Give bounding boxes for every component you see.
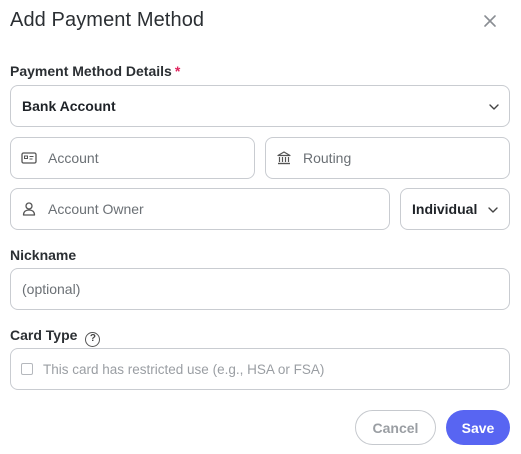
account-field[interactable]: Account [10,137,255,179]
add-payment-method-dialog: Add Payment Method Payment Method Detail… [0,0,521,454]
dialog-title: Add Payment Method [10,9,205,31]
nickname-label: Nickname [10,247,77,263]
account-owner-placeholder: Account Owner [48,201,144,217]
payment-method-select[interactable]: Bank Account [10,85,510,127]
restricted-use-text: This card has restricted use (e.g., HSA … [43,361,325,377]
restricted-use-option[interactable]: This card has restricted use (e.g., HSA … [10,348,510,390]
card-icon [21,152,37,164]
routing-placeholder: Routing [303,150,352,166]
card-type-label-text: Card Type [10,327,78,343]
card-type-label: Card Type? [10,327,101,347]
required-marker: * [174,63,181,79]
owner-type-value: Individual [412,201,478,217]
routing-field[interactable]: Routing [265,137,510,179]
close-icon[interactable] [481,12,499,30]
nickname-input[interactable]: (optional) [10,268,510,310]
payment-method-label-text: Payment Method Details [10,63,172,79]
bank-icon [277,151,291,165]
restricted-use-checkbox[interactable] [21,363,33,375]
cancel-button[interactable]: Cancel [355,410,436,445]
payment-method-value: Bank Account [22,98,116,114]
help-icon[interactable]: ? [85,332,101,347]
payment-method-label: Payment Method Details * [10,63,180,79]
account-placeholder: Account [48,150,99,166]
owner-type-select[interactable]: Individual [400,188,510,230]
chevron-down-icon [488,207,498,213]
person-icon [22,202,36,216]
chevron-down-icon [489,104,499,110]
save-button[interactable]: Save [446,410,510,445]
nickname-placeholder: (optional) [22,281,81,297]
account-owner-field[interactable]: Account Owner [10,188,390,230]
